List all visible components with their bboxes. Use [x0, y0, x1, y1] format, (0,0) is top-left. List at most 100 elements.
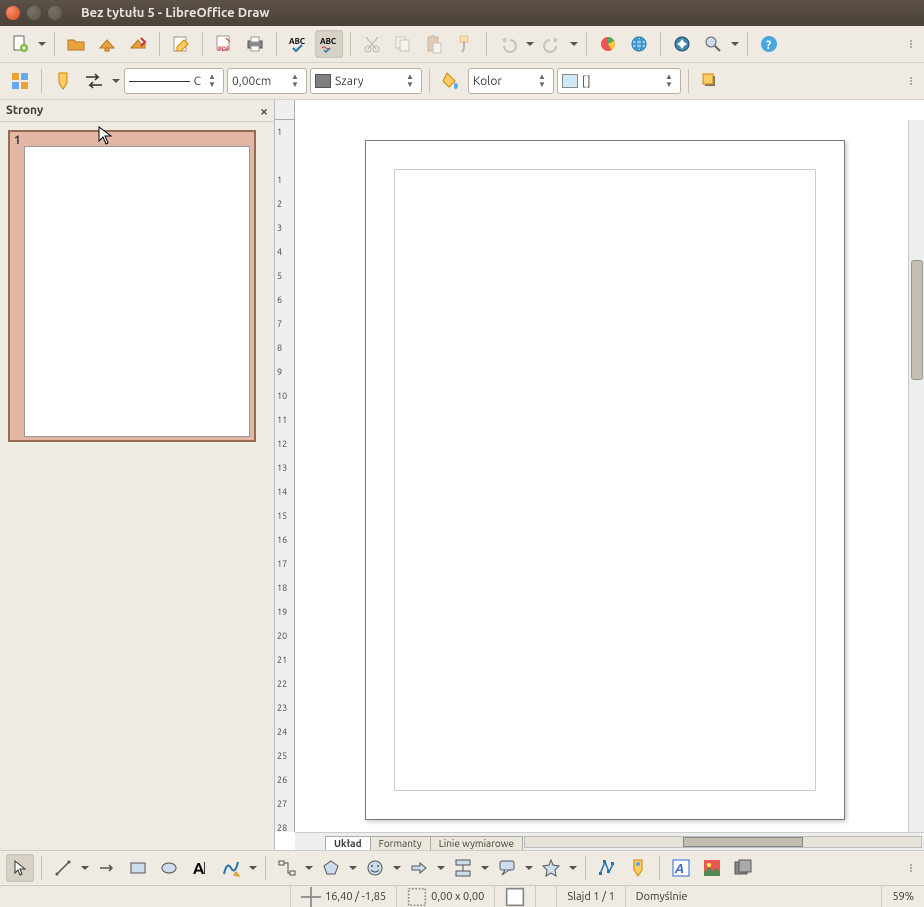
glue-points-button[interactable] — [49, 67, 77, 95]
redo-dropdown[interactable] — [569, 30, 579, 58]
shadow-button[interactable] — [696, 67, 724, 95]
main-area: Strony × 1 32112345678910111213141516171… — [0, 100, 924, 850]
window-minimize-button[interactable] — [27, 6, 41, 20]
hyperlink-button[interactable] — [625, 30, 653, 58]
curve-tool-dropdown[interactable] — [248, 854, 258, 882]
basic-shapes-dropdown[interactable] — [348, 854, 358, 882]
save-button[interactable] — [93, 30, 121, 58]
line-tool[interactable] — [49, 854, 77, 882]
symbol-shapes-tool[interactable] — [361, 854, 389, 882]
fontwork-tool[interactable]: A — [667, 854, 695, 882]
text-tool[interactable]: A — [186, 854, 214, 882]
flowchart-dropdown[interactable] — [480, 854, 490, 882]
pages-panel-body: 1 — [0, 122, 274, 850]
stars-tool[interactable] — [537, 854, 565, 882]
status-context — [0, 886, 290, 907]
gluepoints-tool[interactable] — [624, 854, 652, 882]
slide-page-preview — [24, 146, 250, 437]
export-button[interactable] — [124, 30, 152, 58]
print-button[interactable] — [241, 30, 269, 58]
vertical-scrollbar[interactable] — [908, 120, 924, 832]
pages-panel-header: Strony × — [0, 100, 274, 122]
connector-tool[interactable] — [273, 854, 301, 882]
vertical-ruler[interactable]: 1123456789101112131415161718192021222324… — [275, 120, 295, 832]
status-layout[interactable]: Domyślnie — [625, 886, 698, 907]
chart-button[interactable] — [594, 30, 622, 58]
window-maximize-button[interactable] — [48, 6, 62, 20]
toolbar2-grip[interactable] — [910, 77, 918, 85]
new-document-button[interactable] — [6, 30, 34, 58]
paste-button[interactable] — [420, 30, 448, 58]
basic-shapes-tool[interactable] — [317, 854, 345, 882]
arrow-style-button[interactable] — [80, 67, 108, 95]
zoom-dropdown[interactable] — [730, 30, 740, 58]
tab-layout[interactable]: Układ — [325, 836, 371, 850]
open-button[interactable] — [62, 30, 90, 58]
status-position: 16,40 / -1,85 — [290, 886, 396, 907]
rectangle-tool[interactable] — [124, 854, 152, 882]
status-zoom[interactable]: 59% — [881, 886, 924, 907]
export-pdf-button[interactable]: PDF — [210, 30, 238, 58]
line-color-combo[interactable]: Szary ▲▼ — [310, 68, 422, 94]
window-close-button[interactable] — [6, 6, 20, 20]
status-zoom-value: 59% — [892, 891, 914, 903]
format-paintbrush-button[interactable] — [451, 30, 479, 58]
drawing-canvas[interactable] — [295, 120, 908, 832]
status-size: 0,00 x 0,00 — [396, 886, 494, 907]
tab-dimlines[interactable]: Linie wymiarowe — [430, 836, 523, 850]
navigator-button[interactable] — [668, 30, 696, 58]
gallery-tool[interactable] — [729, 854, 757, 882]
status-bar: 16,40 / -1,85 0,00 x 0,00 Slajd 1 / 1 Do… — [0, 885, 924, 907]
edit-file-button[interactable] — [167, 30, 195, 58]
status-signature — [535, 886, 556, 907]
arrow-style-dropdown[interactable] — [111, 67, 121, 95]
block-arrows-dropdown[interactable] — [436, 854, 446, 882]
new-document-dropdown[interactable] — [37, 30, 47, 58]
flowchart-tool[interactable] — [449, 854, 477, 882]
from-file-tool[interactable] — [698, 854, 726, 882]
undo-dropdown[interactable] — [525, 30, 535, 58]
pages-panel-close[interactable]: × — [260, 103, 268, 119]
status-slide[interactable]: Slajd 1 / 1 — [556, 886, 624, 907]
line-width-combo[interactable]: 0,00cm ▲▼ — [227, 68, 307, 94]
stars-dropdown[interactable] — [568, 854, 578, 882]
help-button[interactable]: ? — [755, 30, 783, 58]
fill-mode-combo[interactable]: Kolor ▲▼ — [468, 68, 554, 94]
ellipse-tool[interactable] — [155, 854, 183, 882]
select-tool[interactable] — [6, 854, 34, 882]
horizontal-scrollbar[interactable] — [522, 833, 924, 850]
line-tool-dropdown[interactable] — [80, 854, 90, 882]
symbol-shapes-dropdown[interactable] — [392, 854, 402, 882]
auto-spellcheck-button[interactable]: ABC — [315, 30, 343, 58]
svg-text:?: ? — [766, 39, 771, 52]
curve-tool[interactable] — [217, 854, 245, 882]
edit-points-tool[interactable] — [593, 854, 621, 882]
status-size-value: 0,00 x 0,00 — [431, 891, 484, 903]
redo-button[interactable] — [538, 30, 566, 58]
copy-button[interactable] — [389, 30, 417, 58]
line-color-swatch — [315, 74, 331, 88]
pages-panel: Strony × 1 — [0, 100, 275, 850]
cut-button[interactable] — [358, 30, 386, 58]
slide-thumbnail[interactable]: 1 — [8, 130, 256, 442]
toolbar-grip[interactable] — [910, 40, 918, 48]
page-margin — [394, 169, 816, 791]
undo-button[interactable] — [494, 30, 522, 58]
svg-text:PDF: PDF — [218, 46, 230, 53]
callout-tool[interactable] — [493, 854, 521, 882]
drawbar-grip[interactable] — [910, 864, 918, 872]
standard-toolbar: PDF ABC ABC ? — [0, 26, 924, 63]
connector-dropdown[interactable] — [304, 854, 314, 882]
line-color-name: Szary — [335, 75, 399, 88]
zoom-button[interactable] — [699, 30, 727, 58]
arrow-tool[interactable] — [93, 854, 121, 882]
line-style-combo[interactable]: C ▲▼ — [124, 68, 224, 94]
area-fill-button[interactable] — [437, 67, 465, 95]
block-arrows-tool[interactable] — [405, 854, 433, 882]
slide-number: 1 — [14, 134, 21, 147]
callout-dropdown[interactable] — [524, 854, 534, 882]
fill-value-combo[interactable]: [] ▲▼ — [557, 68, 681, 94]
styles-button[interactable] — [6, 67, 34, 95]
tab-controls[interactable]: Formanty — [370, 836, 431, 850]
spellcheck-button[interactable]: ABC — [284, 30, 312, 58]
